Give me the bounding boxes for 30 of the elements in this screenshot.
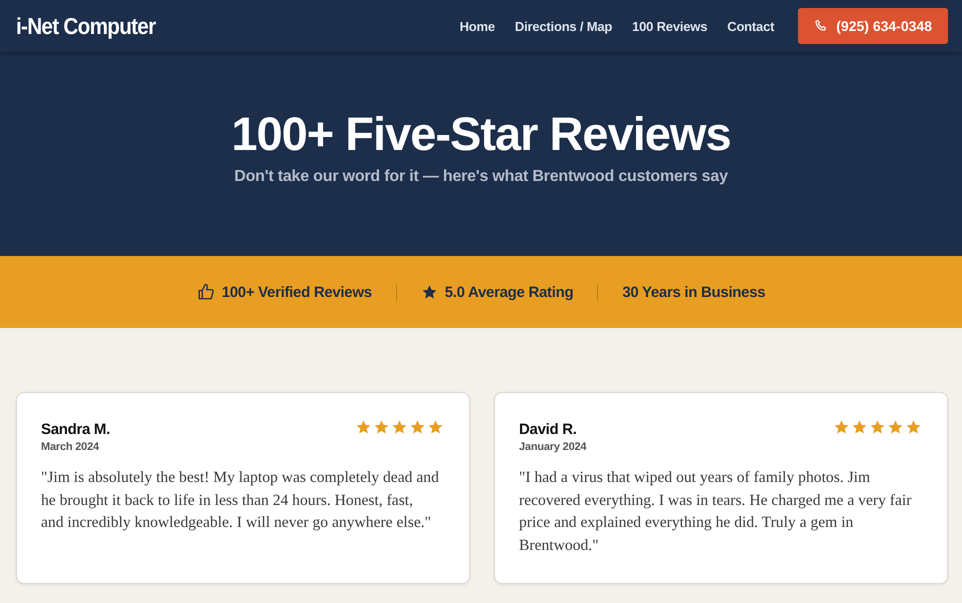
star-icon <box>391 419 408 436</box>
page-subtitle: Don't take our word for it — here's what Brentwood customers say <box>234 168 728 186</box>
reviewer-name: Sandra M. <box>41 421 110 438</box>
star-icon <box>905 419 922 436</box>
star-icon <box>427 419 444 436</box>
nav-link[interactable]: Contact <box>727 18 774 34</box>
stat-label: 100+ Verified Reviews <box>222 284 372 300</box>
star-icon <box>887 419 904 436</box>
star-icon <box>420 284 438 300</box>
nav-link[interactable]: Home <box>460 18 495 34</box>
star-icon <box>851 419 868 436</box>
star-icon <box>409 419 426 436</box>
nav-link[interactable]: Directions / Map <box>514 18 612 34</box>
star-icon <box>833 419 850 436</box>
review-date: March 2024 <box>41 441 100 453</box>
stat-label: 30 Years in Business <box>622 284 766 300</box>
review-text: "Jim is absolutely the best! My laptop was completely dead and he brought it back to life in less than 24 hours. Honest, fast, and incredibly knowledgeable. I will never go anywhere else." <box>41 468 440 533</box>
nav-link[interactable]: 100 Reviews <box>632 18 708 34</box>
stat-label: 5.0 Average Rating <box>444 284 574 300</box>
thumbs-up-icon <box>196 283 215 301</box>
star-icon <box>373 419 390 436</box>
phone-icon <box>814 19 828 33</box>
star-icon <box>355 419 372 436</box>
review-text: "I had a virus that wiped out years of family photos. Jim recovered everything. I was in tears. He charged me a very fair price and explained everything he did. Truly a gem in Brentwood." <box>519 468 912 556</box>
phone-button[interactable]: (925) 634-0348 <box>798 8 948 44</box>
reviewer-name: David R. <box>519 421 578 438</box>
review-date: January 2024 <box>519 441 586 453</box>
page-title: 100+ Five-Star Reviews <box>231 106 731 162</box>
site-logo[interactable]: i-Net Computer <box>16 12 156 40</box>
star-icon <box>869 419 886 436</box>
